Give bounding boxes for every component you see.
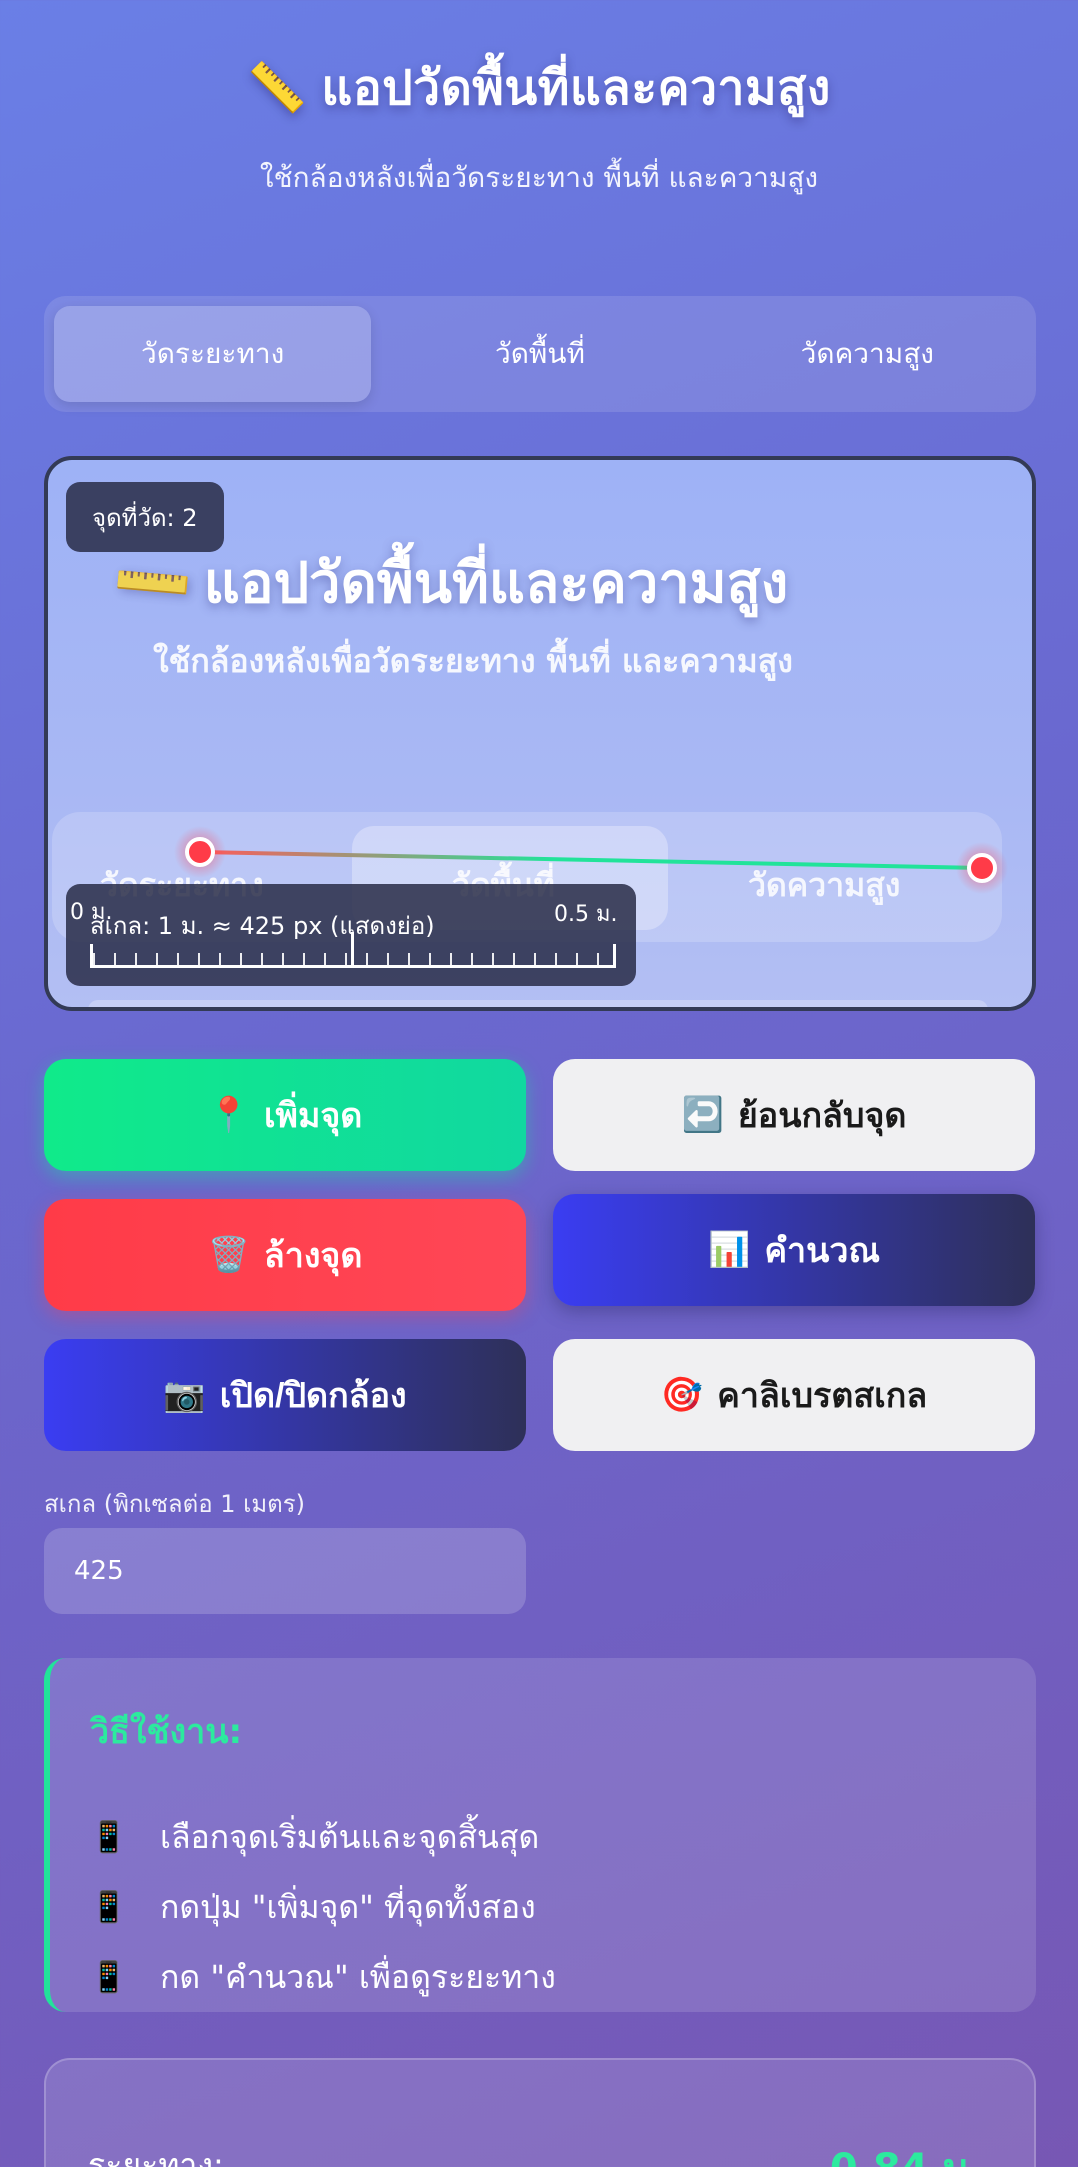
scale-tick-start: 0 ม. <box>70 900 113 925</box>
page-title: 📏 แอปวัดพื้นที่และความสูง <box>0 50 1078 126</box>
page-title-text: แอปวัดพื้นที่และความสูง <box>321 60 831 116</box>
list-item: 📱 กดปุ่ม "เพิ่มจุด" ที่จุดทั้งสอง <box>90 1872 996 1942</box>
mode-tabs: วัดระยะทาง วัดพื้นที่ วัดความสูง <box>44 296 1036 412</box>
camera-view[interactable]: 📏แอปวัดพื้นที่และความสูง ใช้กล้องหลังเพื… <box>44 456 1036 1011</box>
clear-points-label: ล้างจุด <box>263 1237 363 1275</box>
camera-icon: 📷 <box>163 1376 206 1414</box>
app-header: 📏 แอปวัดพื้นที่และความสูง ใช้กล้องหลังเพื… <box>0 50 1078 200</box>
instruction-text: กด "คำนวณ" เพื่อดูระยะทาง <box>160 1957 556 1996</box>
page-subtitle: ใช้กล้องหลังเพื่อวัดระยะทาง พื้นที่ และค… <box>259 161 819 194</box>
target-icon: 🎯 <box>660 1376 704 1414</box>
distance-value: 0.84 ม. <box>830 2136 984 2167</box>
scale-ruler-bar <box>90 932 616 968</box>
scale-indicator: สเกล: 1 ม. ≈ 425 px (แสดงย่อ) 0 ม. 0.5 ม… <box>66 884 636 986</box>
calibrate-scale-button[interactable]: 🎯 คาลิเบรตสเกล <box>553 1339 1035 1451</box>
calculate-button[interactable]: 📊 คำนวณ <box>553 1194 1035 1306</box>
point-count-badge: จุดที่วัด: 2 <box>66 482 224 552</box>
tab-height[interactable]: วัดความสูง <box>709 306 1026 402</box>
clear-points-button[interactable]: 🗑️ ล้างจุด <box>44 1199 526 1311</box>
add-point-button[interactable]: 📍 เพิ่มจุด <box>44 1059 526 1171</box>
instructions-list: 📱 เลือกจุดเริ่มต้นและจุดสิ้นสุด 📱 กดปุ่ม… <box>90 1802 996 2012</box>
list-item: 📱 เลือกจุดเริ่มต้นและจุดสิ้นสุด <box>90 1802 996 1872</box>
calibrate-scale-label: คาลิเบรตสเกล <box>717 1377 928 1415</box>
calculate-label: คำนวณ <box>764 1232 881 1270</box>
pin-icon: 📍 <box>207 1096 250 1134</box>
measure-point-2[interactable] <box>967 853 997 883</box>
undo-point-button[interactable]: ↩️ ย้อนกลับจุด <box>553 1059 1035 1171</box>
chart-icon: 📊 <box>707 1231 751 1269</box>
instructions-panel: วิธีใช้งาน: 📱 เลือกจุดเริ่มต้นและจุดสิ้น… <box>44 1658 1036 2012</box>
scale-indicator-text: สเกล: 1 ม. ≈ 425 px (แสดงย่อ) <box>90 912 435 940</box>
scale-input[interactable] <box>44 1528 526 1614</box>
scale-tick-mid: 0.5 ม. <box>554 902 618 927</box>
ruler-icon: 📏 <box>247 60 308 116</box>
phone-icon: 📱 <box>90 1959 128 1995</box>
undo-arrow-icon: ↩️ <box>681 1096 724 1134</box>
measurement-line <box>199 850 983 870</box>
instructions-title: วิธีใช้งาน: <box>90 1712 243 1752</box>
scale-ruler-mid <box>351 932 354 968</box>
measure-point-1[interactable] <box>185 837 215 867</box>
phone-icon: 📱 <box>90 1889 128 1925</box>
list-item: 📱 กด "คำนวณ" เพื่อดูระยะทาง <box>90 1942 996 2012</box>
distance-label: ระยะทาง: <box>88 2146 224 2167</box>
add-point-label: เพิ่มจุด <box>263 1097 363 1135</box>
instruction-text: เลือกจุดเริ่มต้นและจุดสิ้นสุด <box>160 1817 540 1856</box>
result-panel: ระยะทาง: 0.84 ม. <box>44 2058 1036 2167</box>
toggle-camera-button[interactable]: 📷 เปิด/ปิดกล้อง <box>44 1339 526 1451</box>
scale-input-label: สเกล (พิกเซลต่อ 1 เมตร) <box>44 1490 306 1518</box>
trash-icon: 🗑️ <box>207 1236 250 1274</box>
toggle-camera-label: เปิด/ปิดกล้อง <box>219 1377 407 1415</box>
phone-icon: 📱 <box>90 1819 128 1855</box>
instruction-text: กดปุ่ม "เพิ่มจุด" ที่จุดทั้งสอง <box>160 1887 536 1926</box>
tab-distance[interactable]: วัดระยะทาง <box>54 306 372 402</box>
undo-point-label: ย้อนกลับจุด <box>737 1097 907 1135</box>
tab-area[interactable]: วัดพื้นที่ <box>381 306 698 402</box>
